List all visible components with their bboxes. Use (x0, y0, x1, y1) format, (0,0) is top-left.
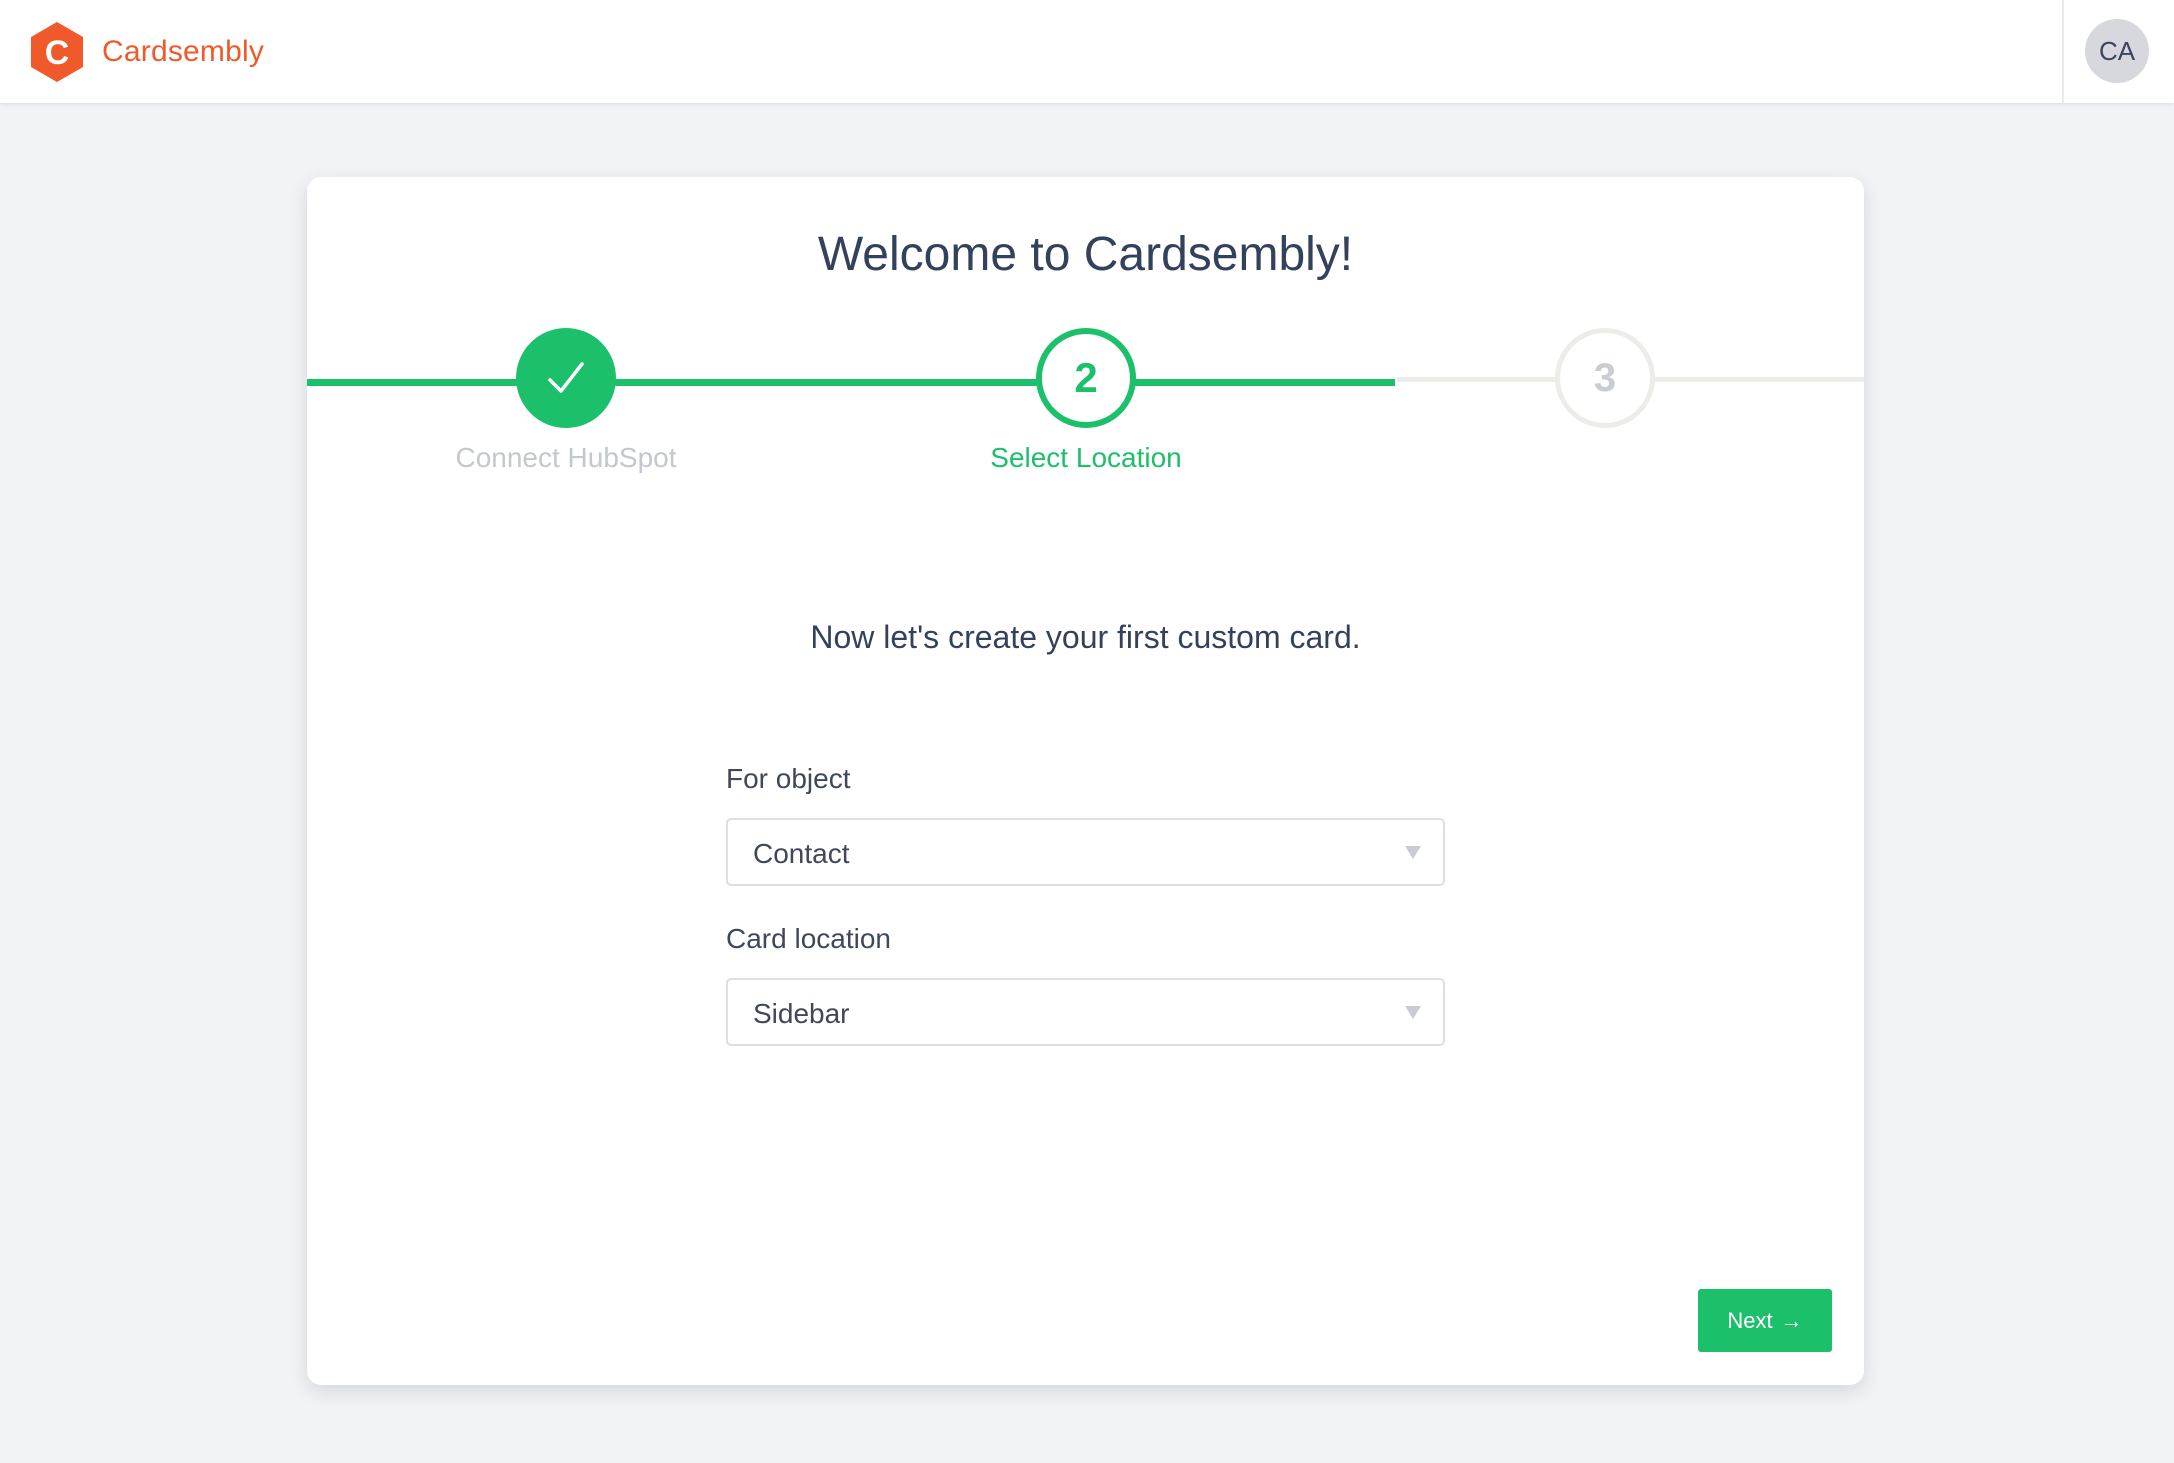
for-object-label: For object (726, 763, 851, 794)
arrow-right-icon: → (1780, 1307, 1803, 1333)
check-icon (548, 362, 584, 393)
onboarding-card: Welcome to Cardsembly! 2 3 Connect HubSp… (307, 177, 1864, 1385)
topbar-divider (2062, 0, 2064, 103)
page-title: Welcome to Cardsembly! (817, 228, 1354, 281)
card-location-label: Card location (726, 923, 891, 954)
logo-letter: C (45, 34, 70, 72)
next-button[interactable]: Next → (1698, 1289, 1832, 1352)
card-location-value: Sidebar (753, 998, 850, 1029)
step-label-select-location: Select Location (990, 442, 1182, 473)
brand[interactable]: C Cardsembly (28, 20, 264, 84)
step-description: Now let's create your first custom card. (810, 619, 1361, 655)
top-bar: C Cardsembly CA (0, 0, 2174, 103)
step-3: 3 (1555, 328, 1655, 428)
card-location-select[interactable]: Sidebar (726, 978, 1445, 1046)
chevron-down-icon (1405, 1006, 1421, 1019)
for-object-select[interactable]: Contact (726, 818, 1445, 886)
step-label-connect-hubspot: Connect HubSpot (455, 442, 677, 473)
for-object-value: Contact (753, 838, 850, 869)
progress-track-completed (615, 379, 1395, 386)
progress-track-pending (1807, 377, 1864, 382)
brand-name: Cardsembly (102, 35, 265, 68)
hexagon-c-icon: C (31, 22, 83, 82)
user-avatar[interactable]: CA (2085, 19, 2149, 83)
chevron-down-icon (1405, 846, 1421, 859)
step-connect-hubspot[interactable] (516, 328, 616, 428)
next-button-label: Next (1727, 1307, 1773, 1333)
step-select-location: 2 (1036, 328, 1136, 428)
